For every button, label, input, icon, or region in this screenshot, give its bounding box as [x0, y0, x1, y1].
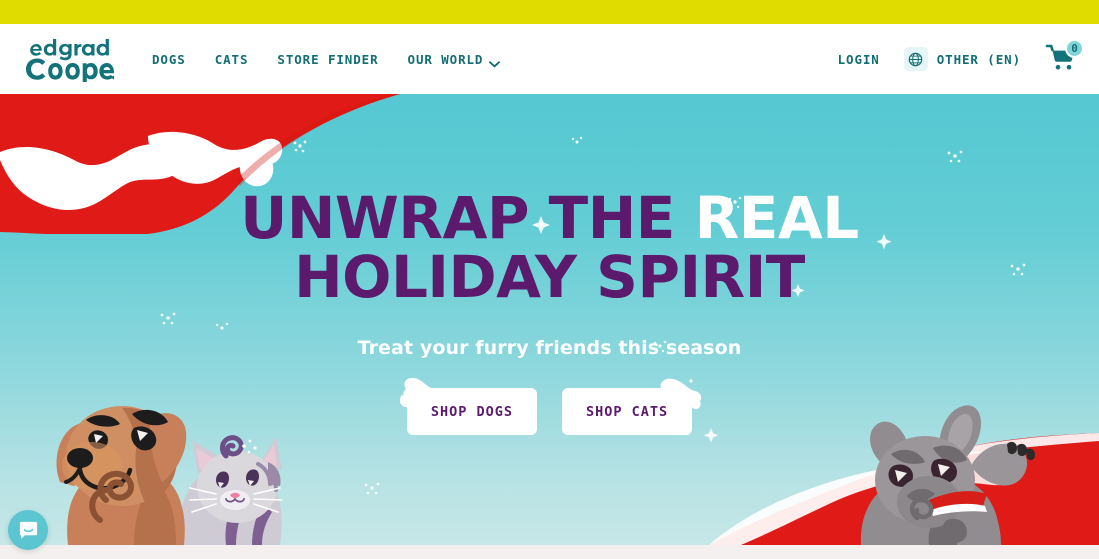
page-root: Dogs Cats Store Finder Our World Login — [0, 0, 1099, 559]
nav-item-cats[interactable]: Cats — [215, 52, 249, 67]
shop-cats-label: Shop Cats — [586, 403, 669, 420]
hero-cta-group: Shop Dogs Shop Cats — [399, 378, 702, 436]
chat-bubble-icon — [19, 521, 37, 539]
login-link[interactable]: Login — [838, 52, 880, 67]
nav-item-store-finder[interactable]: Store Finder — [277, 52, 378, 67]
shop-dogs-label: Shop Dogs — [430, 403, 513, 420]
chat-launcher-button[interactable] — [8, 510, 48, 550]
site-header: Dogs Cats Store Finder Our World Login — [0, 24, 1099, 94]
hero-banner: Unwrap the Real Holiday Spirit Treat you… — [0, 94, 1099, 545]
header-actions: Login Other (EN) — [838, 39, 1084, 76]
nav-item-dogs[interactable]: Dogs — [152, 52, 186, 67]
nav-item-label: Our World — [407, 51, 484, 67]
shop-dogs-button[interactable]: Shop Dogs — [399, 378, 537, 436]
language-switcher[interactable]: Other (EN) — [903, 47, 1021, 71]
nav-item-our-world[interactable]: Our World — [408, 52, 501, 67]
snowflake-sparkles — [160, 136, 1026, 495]
main-navigation: Dogs Cats Store Finder Our World — [152, 52, 501, 67]
nav-item-label: Store Finder — [277, 51, 379, 67]
nav-item-label: Cats — [214, 51, 249, 67]
nav-item-label: Dogs — [152, 51, 186, 67]
hero-artwork — [0, 94, 1099, 545]
language-label: Other (EN) — [936, 51, 1021, 67]
promo-bar[interactable] — [0, 0, 1099, 24]
shopping-cart-button[interactable]: 0 — [1045, 39, 1084, 76]
globe-icon — [903, 47, 928, 71]
shop-cats-button[interactable]: Shop Cats — [562, 378, 702, 436]
chevron-down-icon — [489, 56, 501, 67]
page-footer-strip — [0, 545, 1099, 559]
cart-count-badge: 0 — [1065, 39, 1084, 58]
edgard-cooper-logo[interactable] — [22, 37, 114, 82]
